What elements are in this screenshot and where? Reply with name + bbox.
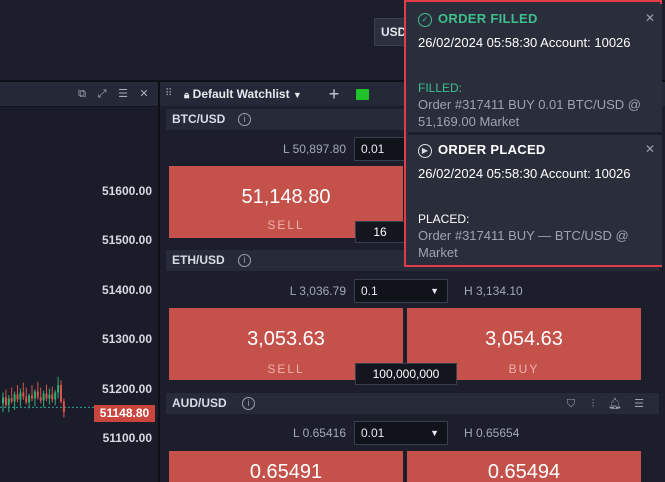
quantity-value: 0.01 xyxy=(361,142,385,156)
high-price: H 0.65654 xyxy=(464,426,520,440)
candle-body xyxy=(28,395,31,403)
high-price: H 3,134.10 xyxy=(464,284,523,298)
volume-display: 16 xyxy=(355,221,405,243)
candle-body xyxy=(25,396,28,403)
buy-price: 0.65494 xyxy=(487,461,561,482)
close-icon[interactable]: ✕ xyxy=(644,143,656,155)
caret-down-icon: ▼ xyxy=(430,286,439,296)
notification-stack: ✓ ORDER FILLED ✕ 26/02/2024 05:58:30 Acc… xyxy=(404,0,662,267)
current-price-marker: 51148.80 xyxy=(94,405,155,422)
notification-title: ORDER PLACED xyxy=(438,142,546,157)
notification-body: 26/02/2024 05:58:30 Account: 10026 xyxy=(418,166,631,181)
buy-button[interactable]: 0.65494 xyxy=(407,451,641,482)
connection-status-indicator[interactable] xyxy=(356,89,369,100)
sell-price: 51,148.80 xyxy=(241,186,331,208)
candle-body xyxy=(31,395,33,399)
add-instrument-button[interactable]: + xyxy=(324,84,344,104)
bell-icon[interactable]: 🔔︎ xyxy=(608,397,622,411)
notification-detail: Order #317411 BUY 0.01 BTC/USD @ 51,169.… xyxy=(418,97,641,129)
price-level-label: 51200.00 xyxy=(101,382,152,396)
instrument-name: AUD/USD xyxy=(172,396,227,410)
close-icon[interactable]: ✕ xyxy=(644,12,656,24)
price-level-label: 51400.00 xyxy=(101,283,152,297)
candle-body xyxy=(57,385,60,393)
candle-body xyxy=(48,394,51,399)
candle-body xyxy=(33,391,36,399)
depth-icon[interactable]: ⫶ xyxy=(586,397,600,411)
drag-handle-icon[interactable]: ⠿ xyxy=(165,88,175,100)
candlestick-plot xyxy=(0,376,94,418)
lock-icon: 🔒︎ xyxy=(184,90,190,101)
check-circle-icon: ✓ xyxy=(418,13,432,27)
notification-order-filled[interactable]: ✓ ORDER FILLED ✕ 26/02/2024 05:58:30 Acc… xyxy=(408,4,662,132)
candle-body xyxy=(36,391,39,398)
candle-body xyxy=(45,393,48,399)
notification-detail: Order #317411 BUY — BTC/USD @ Market xyxy=(418,228,629,260)
info-icon[interactable]: i xyxy=(238,113,251,126)
sell-price: 0.65491 xyxy=(249,461,323,482)
candle-body xyxy=(39,397,42,401)
candle-body xyxy=(51,394,54,400)
shield-icon[interactable]: ⛉ xyxy=(564,397,578,411)
quantity-select[interactable]: 0.01 ▼ xyxy=(354,421,448,445)
caret-down-icon: ▼ xyxy=(430,428,439,438)
chevron-down-icon: ▼ xyxy=(292,90,302,100)
close-icon[interactable]: ✕ xyxy=(138,88,150,100)
candle-body xyxy=(19,392,22,400)
info-icon[interactable]: i xyxy=(238,254,251,267)
instrument-name: ETH/USD xyxy=(172,253,225,267)
watchlist-selector[interactable]: 🔒︎ Default Watchlist ▼ xyxy=(184,87,302,103)
notification-status: FILLED: xyxy=(418,81,463,95)
candle-body xyxy=(54,392,57,400)
candle-body xyxy=(2,397,4,404)
price-level-label: 51600.00 xyxy=(101,184,152,198)
candle-body xyxy=(60,385,62,402)
notification-order-placed[interactable]: ▶ ORDER PLACED ✕ 26/02/2024 05:58:30 Acc… xyxy=(408,135,662,265)
sell-price: 3,053.63 xyxy=(247,328,325,350)
low-price: L 0.65416 xyxy=(293,426,346,440)
candle-body xyxy=(16,394,19,400)
volume-display: 100,000,000 xyxy=(355,363,457,385)
quantity-value: 0.1 xyxy=(361,284,378,298)
watchlist-title: Default Watchlist xyxy=(192,87,290,101)
instrument-name: BTC/USD xyxy=(172,112,226,126)
info-icon[interactable]: i xyxy=(242,397,255,410)
candle-body xyxy=(10,398,13,402)
notification-body: 26/02/2024 05:58:30 Account: 10026 xyxy=(418,35,631,50)
price-level-label: 51500.00 xyxy=(101,233,152,247)
candle-body xyxy=(13,394,16,402)
play-circle-icon: ▶ xyxy=(418,144,432,158)
notification-title: ORDER FILLED xyxy=(438,11,538,26)
menu-icon[interactable]: ☰ xyxy=(632,397,646,411)
instrument-header-aud: AUD/USD i ⛉ ⫶ 🔔︎ ☰ xyxy=(166,393,659,414)
expand-icon[interactable]: ⤢ xyxy=(96,88,108,100)
menu-icon[interactable]: ☰ xyxy=(117,88,129,100)
notification-status: PLACED: xyxy=(418,212,470,226)
low-price: L 3,036.79 xyxy=(289,284,346,298)
price-level-label: 51100.00 xyxy=(102,431,152,445)
candle-body xyxy=(7,398,10,405)
quantity-value: 0.01 xyxy=(361,426,385,440)
candle-body xyxy=(22,392,25,397)
price-level-label: 51300.00 xyxy=(101,332,152,346)
buy-price: 3,054.63 xyxy=(485,328,563,350)
quantity-select[interactable]: 0.1 ▼ xyxy=(354,279,448,303)
candle-body xyxy=(4,397,7,405)
chart-panel[interactable]: ⧉ ⤢ ☰ ✕ 51600.00 51500.00 51400.00 51300… xyxy=(0,82,160,482)
sell-button[interactable]: 0.65491 xyxy=(169,451,403,482)
candle-body xyxy=(42,393,45,401)
low-price: L 50,897.80 xyxy=(283,142,346,156)
candle-body xyxy=(62,401,65,413)
